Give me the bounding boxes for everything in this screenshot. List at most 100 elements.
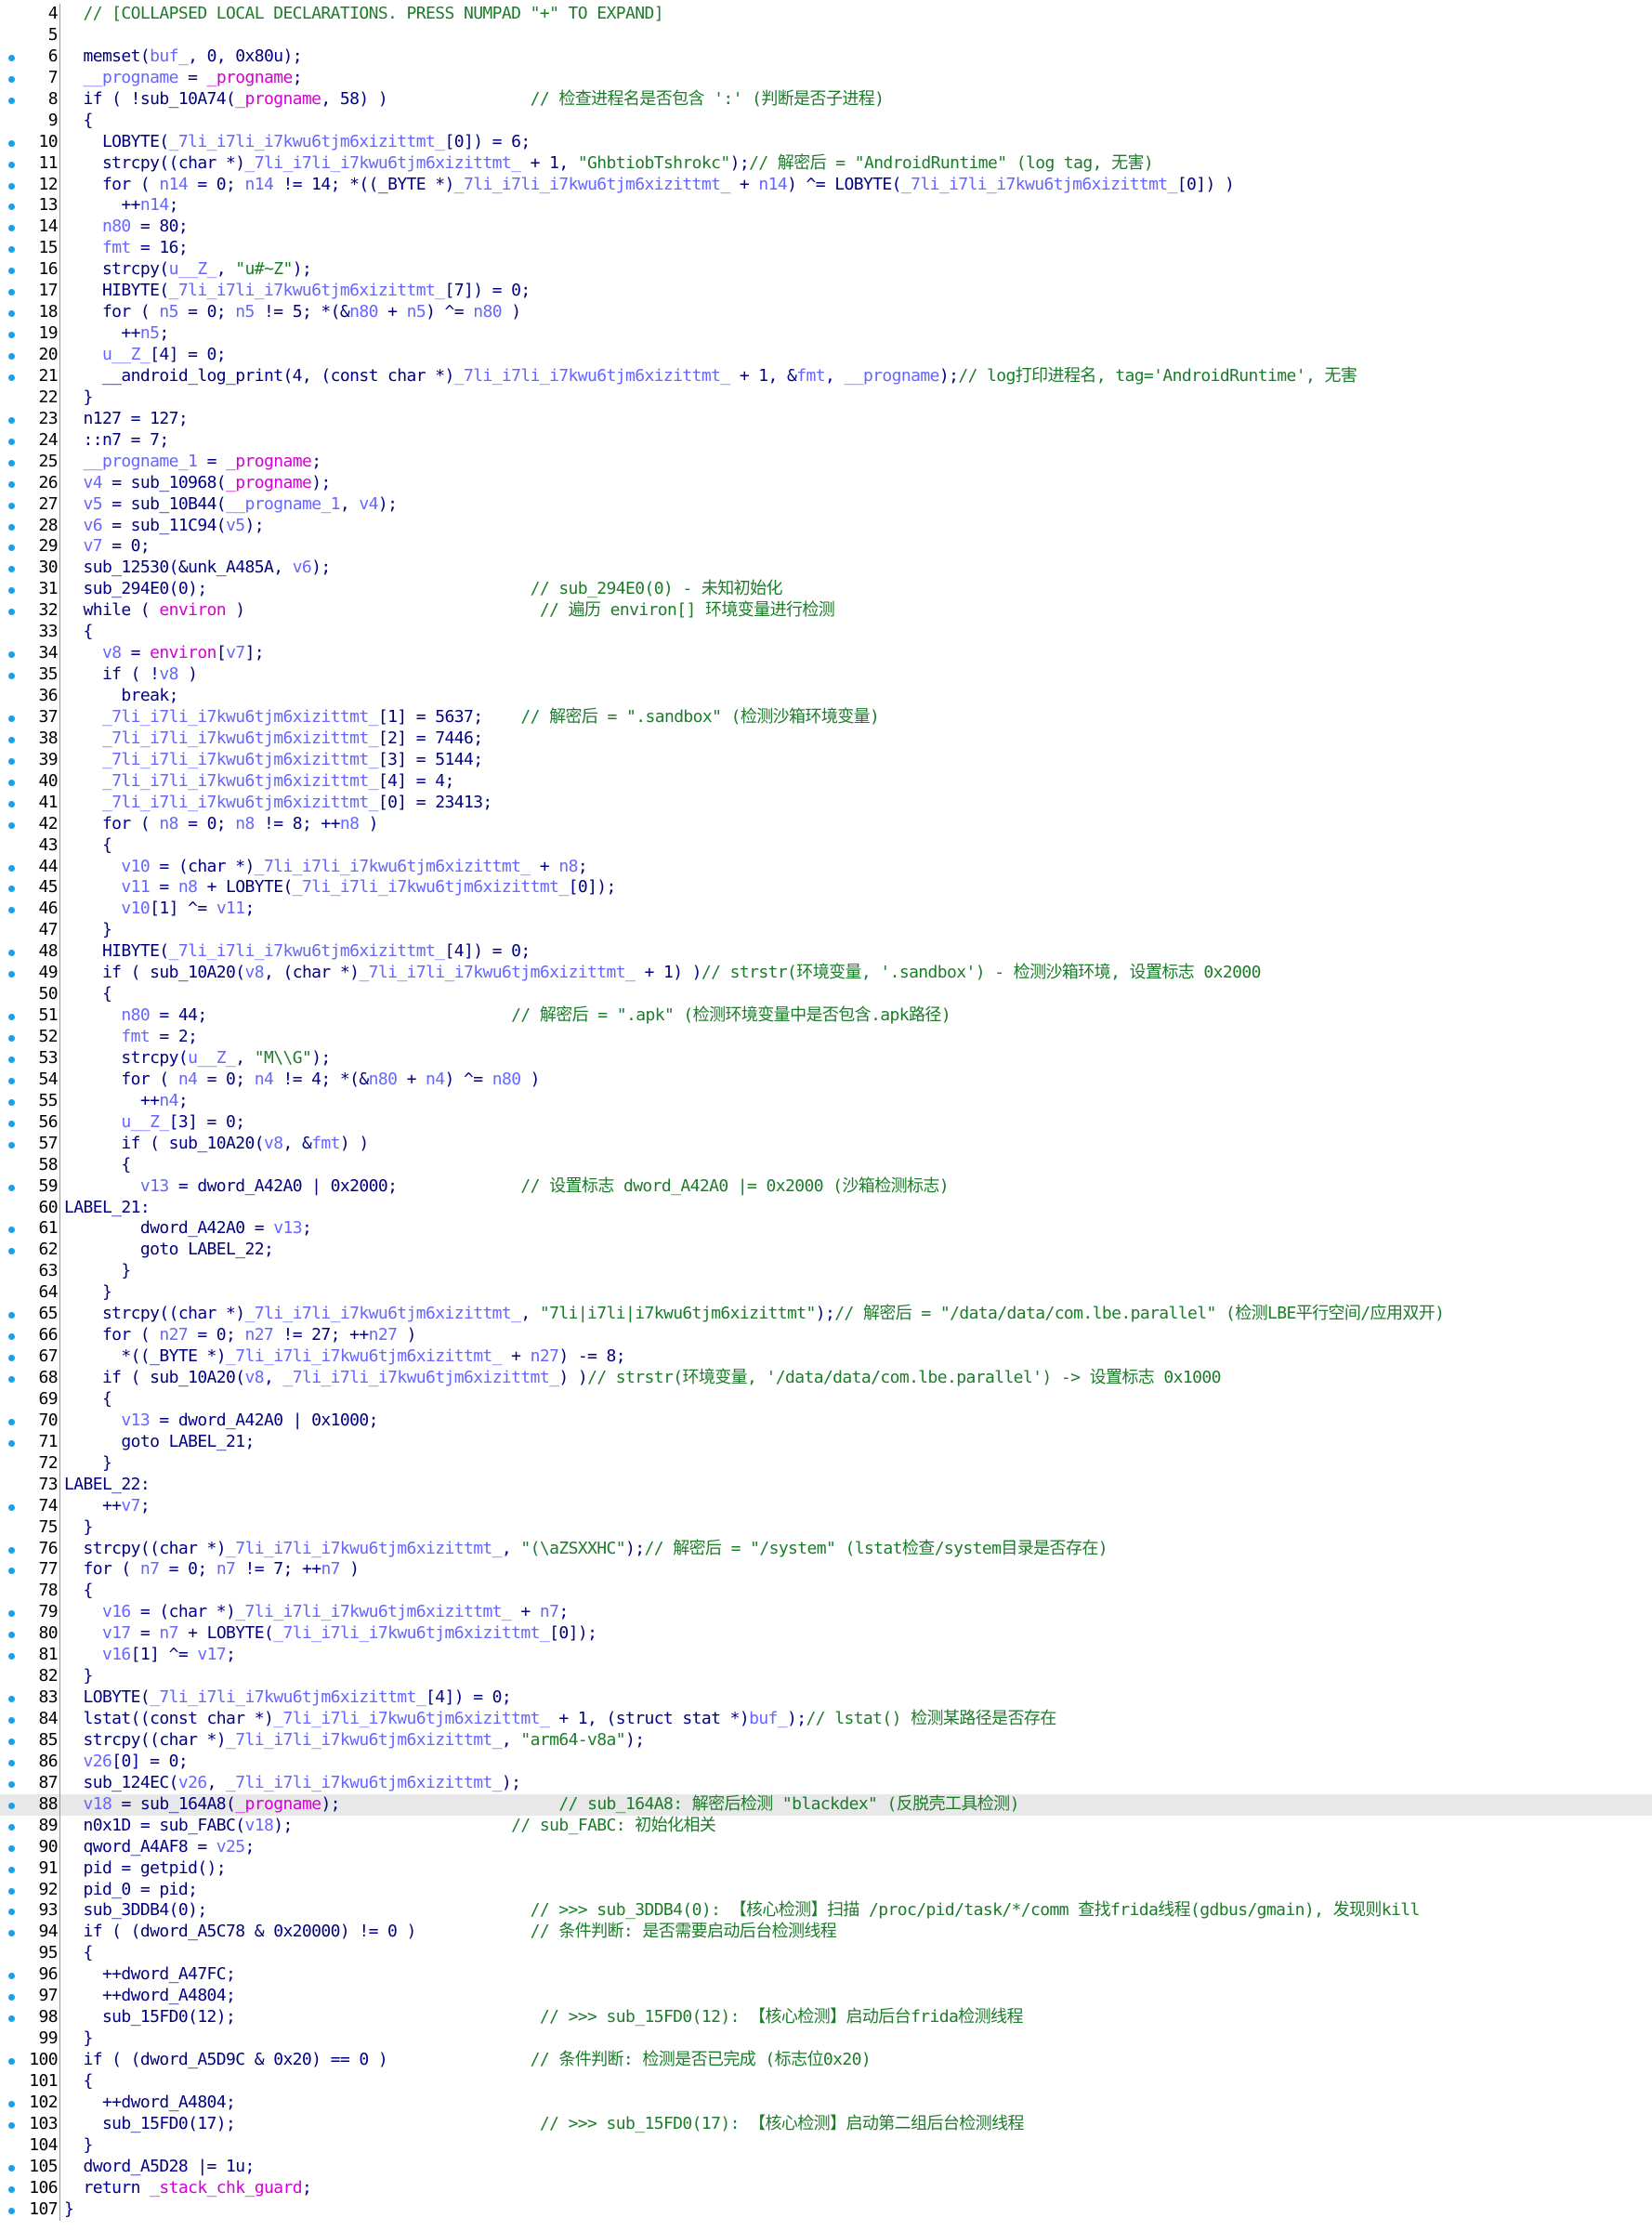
code-line[interactable]: 57 if ( sub_10A20(v8, &fmt) ) xyxy=(0,1133,1652,1155)
code-text[interactable]: strcpy(u__Z_, "u#~Z"); xyxy=(64,259,312,281)
code-text[interactable]: if ( sub_10A20(v8, (char *)_7li_i7li_i7k… xyxy=(64,963,1261,984)
code-line[interactable]: 72 } xyxy=(0,1452,1652,1475)
breakpoint-dot-icon[interactable] xyxy=(8,480,15,488)
breakpoint-dot-icon[interactable] xyxy=(8,1077,15,1084)
code-line[interactable]: 4 // [COLLAPSED LOCAL DECLARATIONS. PRES… xyxy=(0,4,1652,25)
code-text[interactable]: LABEL_21: xyxy=(64,1198,151,1219)
code-line[interactable]: 90 qword_A4AF8 = v25; xyxy=(0,1836,1652,1858)
breakpoint-dot-icon[interactable] xyxy=(8,1887,15,1895)
code-text[interactable]: } xyxy=(64,1517,93,1539)
breakpoint-dot-icon[interactable] xyxy=(8,332,15,339)
code-text[interactable]: { xyxy=(64,1943,93,1964)
code-text[interactable]: strcpy(u__Z_, "M\\G"); xyxy=(64,1048,331,1070)
code-line[interactable]: 80 v17 = n7 + LOBYTE(_7li_i7li_i7kwu6tjm… xyxy=(0,1623,1652,1646)
code-text[interactable]: strcpy((char *)_7li_i7li_i7kwu6tjm6xizit… xyxy=(64,1730,645,1752)
code-line[interactable]: 87 sub_124EC(v26, _7li_i7li_i7kwu6tjm6xi… xyxy=(0,1772,1652,1794)
breakpoint-dot-icon[interactable] xyxy=(8,1056,15,1063)
breakpoint-dot-icon[interactable] xyxy=(8,821,15,829)
code-line[interactable]: 15 fmt = 16; xyxy=(0,238,1652,260)
code-text[interactable]: } xyxy=(64,1453,112,1475)
code-line[interactable]: 50 { xyxy=(0,984,1652,1006)
code-line[interactable]: 17 HIBYTE(_7li_i7li_i7kwu6tjm6xizittmt_[… xyxy=(0,281,1652,303)
breakpoint-dot-icon[interactable] xyxy=(8,950,15,957)
code-text[interactable]: if ( sub_10A20(v8, _7li_i7li_i7kwu6tjm6x… xyxy=(64,1368,1222,1389)
code-text[interactable]: fmt = 16; xyxy=(64,238,189,259)
breakpoint-dot-icon[interactable] xyxy=(8,182,15,190)
code-line[interactable]: 67 *((_BYTE *)_7li_i7li_i7kwu6tjm6xizitt… xyxy=(0,1346,1652,1368)
code-line[interactable]: 89 n0x1D = sub_FABC(v18); // sub_FABC: 初… xyxy=(0,1815,1652,1837)
code-line[interactable]: 93 sub_3DDB4(0); // >>> sub_3DDB4(0): 【核… xyxy=(0,1900,1652,1923)
code-text[interactable]: sub_12530(&unk_A485A, v6); xyxy=(64,558,331,579)
code-line[interactable]: 78 { xyxy=(0,1581,1652,1603)
breakpoint-dot-icon[interactable] xyxy=(8,587,15,595)
breakpoint-dot-icon[interactable] xyxy=(8,1717,15,1724)
code-text[interactable]: v7 = 0; xyxy=(64,536,150,558)
code-line[interactable]: 88 v18 = sub_164A8(_progname); // sub_16… xyxy=(0,1793,1652,1816)
pseudocode-view[interactable]: 4 // [COLLAPSED LOCAL DECLARATIONS. PRES… xyxy=(0,0,1652,2221)
code-line[interactable]: 28 v6 = sub_11C94(v5); xyxy=(0,515,1652,537)
code-line[interactable]: 65 strcpy((char *)_7li_i7li_i7kwu6tjm6xi… xyxy=(0,1304,1652,1326)
code-text[interactable]: { xyxy=(64,1155,131,1176)
code-text[interactable]: __progname_1 = _progname; xyxy=(64,452,321,473)
code-text[interactable]: ::n7 = 7; xyxy=(64,430,169,452)
code-line[interactable]: 83 LOBYTE(_7li_i7li_i7kwu6tjm6xizittmt_[… xyxy=(0,1687,1652,1709)
code-text[interactable]: _7li_i7li_i7kwu6tjm6xizittmt_[3] = 5144; xyxy=(64,750,483,771)
code-line[interactable]: 51 n80 = 44; // 解密后 = ".apk" (检测环境变量中是否包… xyxy=(0,1005,1652,1027)
code-text[interactable]: pid = getpid(); xyxy=(64,1858,226,1880)
breakpoint-dot-icon[interactable] xyxy=(8,1610,15,1618)
code-line[interactable]: 103 sub_15FD0(17); // >>> sub_15FD0(17):… xyxy=(0,2113,1652,2135)
breakpoint-dot-icon[interactable] xyxy=(8,459,15,466)
breakpoint-dot-icon[interactable] xyxy=(8,2121,15,2129)
code-line[interactable]: 38 _7li_i7li_i7kwu6tjm6xizittmt_[2] = 74… xyxy=(0,728,1652,750)
breakpoint-dot-icon[interactable] xyxy=(8,2015,15,2023)
code-line[interactable]: 52 fmt = 2; xyxy=(0,1027,1652,1048)
code-text[interactable]: } xyxy=(64,2199,74,2221)
code-text[interactable]: if ( !sub_10A74(_progname, 58) ) // 检查进程… xyxy=(64,89,885,111)
breakpoint-dot-icon[interactable] xyxy=(8,139,15,147)
code-line[interactable]: 73 LABEL_22: xyxy=(0,1474,1652,1496)
code-text[interactable]: { xyxy=(64,1389,112,1411)
code-text[interactable]: for ( n5 = 0; n5 != 5; *(&n80 + n5) ^= n… xyxy=(64,302,521,323)
code-line[interactable]: 13 ++n14; xyxy=(0,195,1652,217)
code-text[interactable]: v13 = dword_A42A0 | 0x1000; xyxy=(64,1411,378,1432)
code-text[interactable]: } xyxy=(64,920,112,941)
breakpoint-dot-icon[interactable] xyxy=(8,438,15,445)
breakpoint-dot-icon[interactable] xyxy=(8,1248,15,1255)
code-text[interactable]: strcpy((char *)_7li_i7li_i7kwu6tjm6xizit… xyxy=(64,1539,1108,1560)
code-text[interactable]: break; xyxy=(64,686,178,707)
breakpoint-dot-icon[interactable] xyxy=(8,886,15,893)
code-text[interactable]: LOBYTE(_7li_i7li_i7kwu6tjm6xizittmt_[4])… xyxy=(64,1687,511,1709)
breakpoint-dot-icon[interactable] xyxy=(8,1780,15,1788)
code-text[interactable]: for ( n4 = 0; n4 != 4; *(&n80 + n4) ^= n… xyxy=(64,1070,540,1091)
code-line[interactable]: 62 goto LABEL_22; xyxy=(0,1240,1652,1262)
breakpoint-dot-icon[interactable] xyxy=(8,1227,15,1234)
code-line[interactable]: 79 v16 = (char *)_7li_i7li_i7kwu6tjm6xiz… xyxy=(0,1602,1652,1624)
code-line[interactable]: 96 ++dword_A47FC; xyxy=(0,1964,1652,1987)
breakpoint-dot-icon[interactable] xyxy=(8,1696,15,1703)
code-line[interactable]: 63 } xyxy=(0,1261,1652,1283)
code-text[interactable]: } xyxy=(64,387,93,409)
code-text[interactable]: __android_log_print(4, (const char *)_7l… xyxy=(64,366,1357,387)
code-line[interactable]: 21 __android_log_print(4, (const char *)… xyxy=(0,365,1652,387)
code-text[interactable]: v18 = sub_164A8(_progname); // sub_164A8… xyxy=(64,1794,1019,1816)
code-line[interactable]: 40 _7li_i7li_i7kwu6tjm6xizittmt_[4] = 4; xyxy=(0,770,1652,793)
breakpoint-dot-icon[interactable] xyxy=(8,523,15,531)
breakpoint-dot-icon[interactable] xyxy=(8,971,15,978)
breakpoint-dot-icon[interactable] xyxy=(8,800,15,807)
code-line[interactable]: 22 } xyxy=(0,387,1652,409)
breakpoint-dot-icon[interactable] xyxy=(8,1909,15,1916)
breakpoint-dot-icon[interactable] xyxy=(8,1439,15,1447)
code-line[interactable]: 7 __progname = _progname; xyxy=(0,67,1652,89)
breakpoint-dot-icon[interactable] xyxy=(8,864,15,872)
code-line[interactable]: 70 v13 = dword_A42A0 | 0x1000; xyxy=(0,1410,1652,1432)
code-text[interactable]: v10[1] ^= v11; xyxy=(64,899,255,920)
code-text[interactable]: strcpy((char *)_7li_i7li_i7kwu6tjm6xizit… xyxy=(64,1304,1445,1325)
code-line[interactable]: 42 for ( n8 = 0; n8 != 8; ++n8 ) xyxy=(0,813,1652,835)
code-line[interactable]: 6 memset(buf_, 0, 0x80u); xyxy=(0,46,1652,68)
breakpoint-dot-icon[interactable] xyxy=(8,1546,15,1554)
code-text[interactable]: if ( (dword_A5D9C & 0x20) == 0 ) // 条件判断… xyxy=(64,2050,871,2071)
breakpoint-dot-icon[interactable] xyxy=(8,268,15,275)
code-text[interactable]: } xyxy=(64,2028,93,2050)
code-text[interactable]: if ( (dword_A5C78 & 0x20000) != 0 ) // 条… xyxy=(64,1922,836,1943)
code-text[interactable]: v6 = sub_11C94(v5); xyxy=(64,516,264,537)
